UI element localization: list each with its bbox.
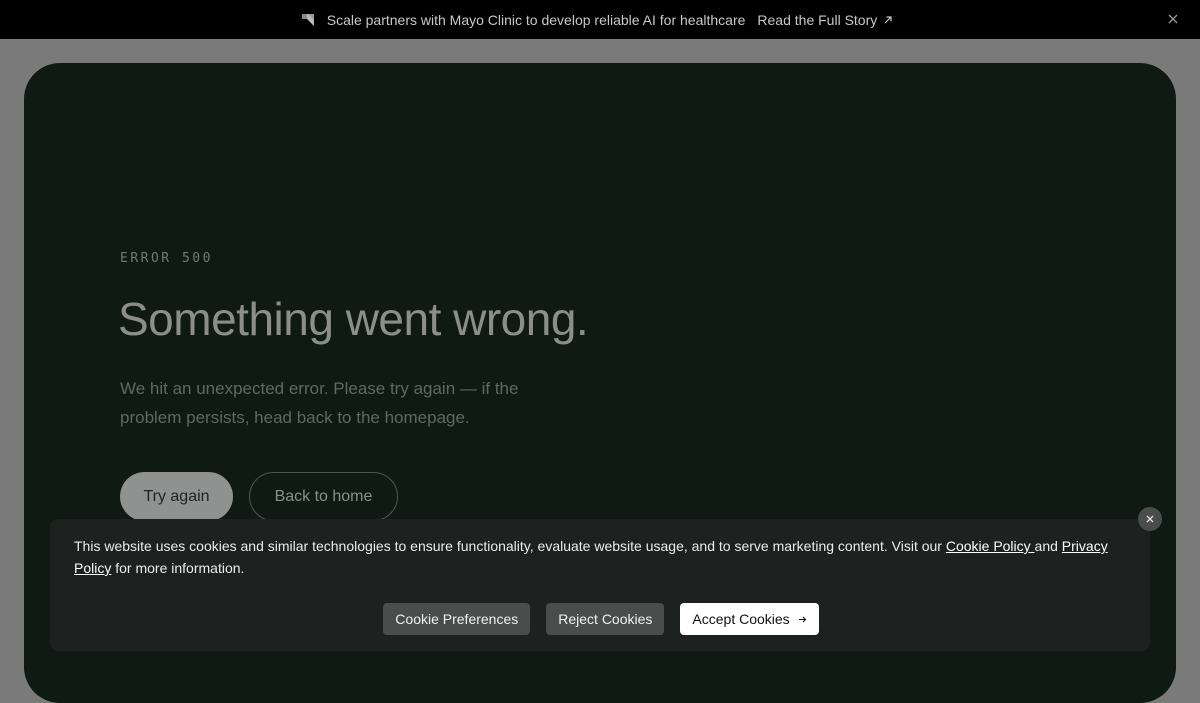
read-full-story-label: Read the Full Story — [757, 11, 878, 28]
cookie-preferences-button[interactable]: Cookie Preferences — [383, 603, 531, 635]
arrow-right-icon — [798, 611, 807, 627]
announcement-text: Scale partners with Mayo Clinic to devel… — [326, 11, 746, 28]
error-code: ERROR 500 — [120, 251, 213, 266]
read-full-story-link[interactable]: Read the Full Story — [757, 12, 893, 28]
announcement-banner: Scale partners with Mayo Clinic to devel… — [0, 0, 1200, 39]
accept-cookies-label: Accept Cookies — [692, 611, 790, 627]
scale-logo-icon — [301, 13, 315, 27]
cookie-and-text: and — [1034, 538, 1062, 554]
cookie-policy-link[interactable]: Cookie Policy — [946, 538, 1035, 554]
error-description: We hit an unexpected error. Please try a… — [120, 379, 519, 427]
accept-cookies-button[interactable]: Accept Cookies — [680, 603, 819, 635]
arrow-up-right-icon — [883, 12, 893, 28]
cookie-text-intro: This website uses cookies and similar te… — [74, 538, 946, 554]
announcement-content: Scale partners with Mayo Clinic to devel… — [301, 12, 894, 28]
cookie-text-outro: for more information. — [111, 560, 245, 576]
cookie-consent-banner: This website uses cookies and similar te… — [50, 519, 1150, 651]
cookie-close-icon[interactable] — [1138, 507, 1162, 531]
banner-close-icon[interactable] — [1166, 12, 1180, 26]
error-title: Something went wrong. — [118, 293, 589, 345]
back-to-home-button[interactable]: Back to home — [249, 472, 398, 521]
reject-cookies-button[interactable]: Reject Cookies — [546, 603, 665, 635]
try-again-button[interactable]: Try again — [120, 472, 233, 521]
cookie-actions: Cookie Preferences Reject Cookies Accept… — [50, 603, 1150, 635]
cookie-notice-text: This website uses cookies and similar te… — [74, 535, 1126, 579]
